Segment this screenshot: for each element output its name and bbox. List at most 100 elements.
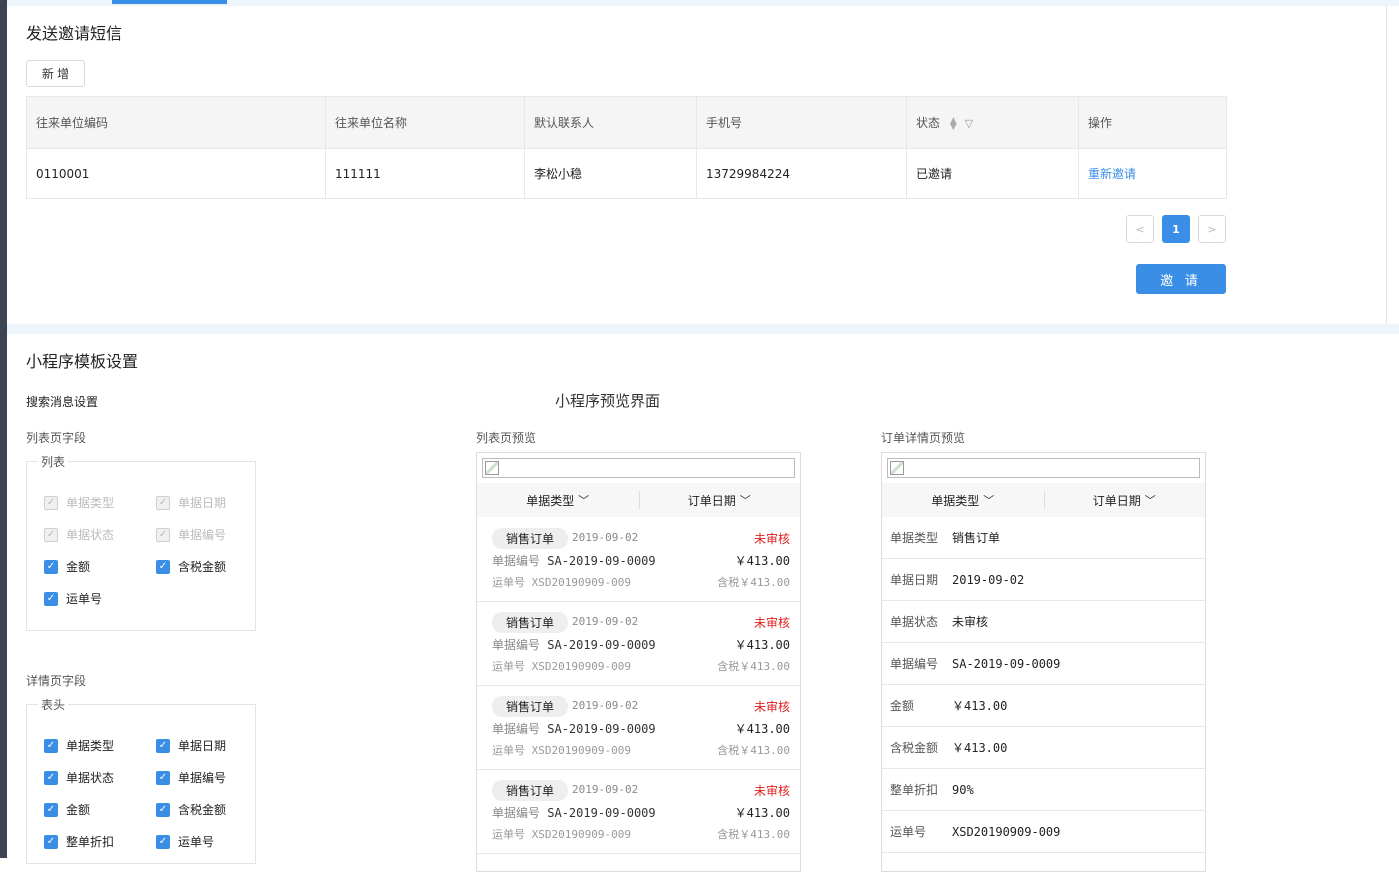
filter-label: 订单日期 xyxy=(688,492,736,509)
checkbox-label: 金额 xyxy=(66,801,90,818)
detail-filter-bar: 单据类型﹀ 订单日期﹀ xyxy=(882,483,1205,517)
detail-row: 单据日期2019-09-02 xyxy=(882,559,1205,601)
chevron-down-icon: ﹀ xyxy=(740,492,751,508)
checkbox-detail-doc-type[interactable]: ✓单据类型 xyxy=(44,737,114,754)
detail-group-legend: 表头 xyxy=(38,696,68,713)
list-item[interactable]: 销售订单 2019-09-02 未审核 单据编号 SA-2019-09-0009… xyxy=(477,686,800,770)
cell-action: 重新邀请 xyxy=(1079,149,1227,199)
checkbox-label: 单据类型 xyxy=(66,494,114,511)
detail-row: 单据类型销售订单 xyxy=(882,517,1205,559)
cell-name: 111111 xyxy=(326,149,525,199)
col-header-status-label: 状态 xyxy=(916,116,940,130)
checkbox-detail-shipping-no[interactable]: ✓运单号 xyxy=(156,833,214,850)
doc-number-key: 单据编号 xyxy=(492,554,540,568)
detail-row: 含税金额￥413.00 xyxy=(882,727,1205,769)
pager-next-button[interactable]: > xyxy=(1198,215,1226,243)
doc-type-tag: 销售订单 xyxy=(492,696,568,717)
template-section: 小程序模板设置 搜索消息设置 小程序预览界面 列表页字段 列表 ✓单据类型 ✓单… xyxy=(7,334,1399,858)
checkbox-label: 运单号 xyxy=(66,590,102,607)
filter-icon[interactable]: ▽ xyxy=(965,117,973,130)
detail-row: 金额￥413.00 xyxy=(882,685,1205,727)
detail-row: 运单号XSD20190909-009 xyxy=(882,811,1205,853)
invite-section: 发送邀请短信 新 增 往来单位编码 往来单位名称 默认联系人 手机号 状态 ▲▼… xyxy=(7,6,1399,324)
invite-button[interactable]: 邀 请 xyxy=(1136,264,1226,294)
doc-number-value: SA-2019-09-0009 xyxy=(547,722,655,736)
checkbox-detail-tax-amount[interactable]: ✓含税金额 xyxy=(156,801,226,818)
banner-image xyxy=(887,458,1200,478)
doc-status: 未审核 xyxy=(754,530,790,547)
doc-number-key: 单据编号 xyxy=(492,638,540,652)
pager-prev-button[interactable]: < xyxy=(1126,215,1154,243)
detail-row: 单据编号SA-2019-09-0009 xyxy=(882,643,1205,685)
cell-contact: 李松小稳 xyxy=(525,149,697,199)
shipping-number: 运单号 XSD20190909-009 xyxy=(492,574,631,590)
chevron-down-icon: ﹀ xyxy=(983,492,994,508)
checkbox-list-doc-date: ✓单据日期 xyxy=(156,494,226,511)
table-header-row: 往来单位编码 往来单位名称 默认联系人 手机号 状态 ▲▼ ▽ 操作 xyxy=(27,97,1227,149)
doc-date: 2019-09-02 xyxy=(572,615,638,628)
checkbox-detail-doc-no[interactable]: ✓单据编号 xyxy=(156,769,226,786)
checkbox-detail-doc-status[interactable]: ✓单据状态 xyxy=(44,769,114,786)
check-icon: ✓ xyxy=(156,771,170,785)
list-group-legend: 列表 xyxy=(38,453,68,470)
detail-value: 2019-09-02 xyxy=(952,573,1024,587)
shipping-number: 运单号 XSD20190909-009 xyxy=(492,742,631,758)
checkbox-label: 含税金额 xyxy=(178,558,226,575)
checkbox-detail-doc-date[interactable]: ✓单据日期 xyxy=(156,737,226,754)
add-button[interactable]: 新 增 xyxy=(26,60,85,87)
scrollbar-track[interactable] xyxy=(1386,6,1387,324)
pager-page-1[interactable]: 1 xyxy=(1162,215,1190,243)
list-item[interactable]: 销售订单 2019-09-02 未审核 单据编号 SA-2019-09-0009… xyxy=(477,602,800,686)
col-header-contact: 默认联系人 xyxy=(525,97,697,149)
detail-value: ￥413.00 xyxy=(952,739,1007,756)
detail-key: 单据编号 xyxy=(882,655,952,672)
checkbox-list-shipping-no[interactable]: ✓运单号 xyxy=(44,590,102,607)
tax-amount: 含税￥413.00 xyxy=(717,658,790,674)
check-icon: ✓ xyxy=(156,560,170,574)
check-icon: ✓ xyxy=(44,835,58,849)
doc-number-value: SA-2019-09-0009 xyxy=(547,554,655,568)
tax-amount: 含税￥413.00 xyxy=(717,826,790,842)
reinvite-link[interactable]: 重新邀请 xyxy=(1088,167,1136,181)
check-icon: ✓ xyxy=(44,739,58,753)
cell-status: 已邀请 xyxy=(907,149,1079,199)
check-icon: ✓ xyxy=(44,771,58,785)
detail-row: 整单折扣90% xyxy=(882,769,1205,811)
doc-amount: ￥413.00 xyxy=(735,720,790,737)
list-item[interactable]: 销售订单 2019-09-02 未审核 单据编号 SA-2019-09-0009… xyxy=(477,518,800,602)
cell-code: 0110001 xyxy=(27,149,326,199)
checkbox-detail-discount[interactable]: ✓整单折扣 xyxy=(44,833,114,850)
col-header-status: 状态 ▲▼ ▽ xyxy=(907,97,1079,149)
doc-number-key: 单据编号 xyxy=(492,722,540,736)
detail-value: 90% xyxy=(952,783,974,797)
check-icon: ✓ xyxy=(156,528,170,542)
checkbox-label: 含税金额 xyxy=(178,801,226,818)
doc-status: 未审核 xyxy=(754,698,790,715)
filter-order-date[interactable]: 订单日期﹀ xyxy=(1044,483,1206,517)
detail-preview-label: 订单详情页预览 xyxy=(881,429,965,446)
filter-doc-type[interactable]: 单据类型﹀ xyxy=(477,483,639,517)
doc-number: 单据编号 SA-2019-09-0009 xyxy=(492,720,656,737)
detail-key: 含税金额 xyxy=(882,739,952,756)
checkbox-list-amount[interactable]: ✓ 金额 xyxy=(44,558,90,575)
active-tab-indicator[interactable] xyxy=(112,0,227,4)
check-icon: ✓ xyxy=(44,496,58,510)
checkbox-list-tax-amount[interactable]: ✓ 含税金额 xyxy=(156,558,226,575)
filter-label: 单据类型 xyxy=(526,492,574,509)
filter-doc-type[interactable]: 单据类型﹀ xyxy=(882,483,1044,517)
check-icon: ✓ xyxy=(44,528,58,542)
checkbox-list-doc-type: ✓ 单据类型 xyxy=(44,494,114,511)
doc-type-tag: 销售订单 xyxy=(492,780,568,801)
detail-key: 整单折扣 xyxy=(882,781,952,798)
check-icon: ✓ xyxy=(156,835,170,849)
list-item[interactable]: 销售订单 2019-09-02 未审核 单据编号 SA-2019-09-0009… xyxy=(477,770,800,854)
checkbox-label: 单据编号 xyxy=(178,526,226,543)
sort-icon[interactable]: ▲▼ xyxy=(950,118,957,130)
checkbox-label: 金额 xyxy=(66,558,90,575)
filter-order-date[interactable]: 订单日期﹀ xyxy=(639,483,801,517)
check-icon: ✓ xyxy=(44,560,58,574)
checkbox-detail-amount[interactable]: ✓金额 xyxy=(44,801,90,818)
doc-date: 2019-09-02 xyxy=(572,531,638,544)
section-separator xyxy=(7,324,1399,334)
list-preview-phone: 单据类型﹀ 订单日期﹀ 销售订单 2019-09-02 未审核 单据编号 SA-… xyxy=(476,452,801,872)
